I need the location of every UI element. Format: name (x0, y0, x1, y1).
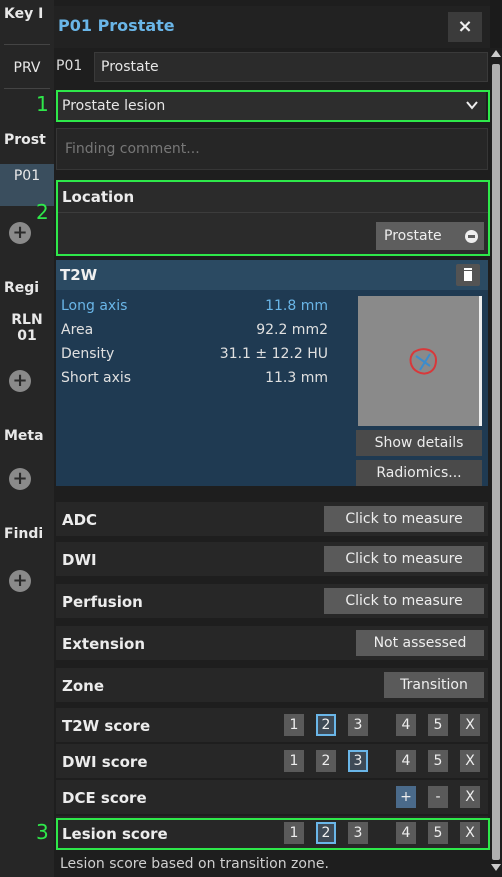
t2w-section: T2W Long axis 11.8 mm Area 92.2 mm2 Dens… (56, 260, 488, 486)
perfusion-row: Perfusion Click to measure (56, 584, 488, 618)
score-option[interactable]: 2 (316, 750, 336, 772)
scrollbar-thumb[interactable] (492, 64, 500, 860)
score-option-selected[interactable]: 3 (348, 750, 368, 772)
score-option[interactable]: 1 (284, 714, 304, 736)
annotation-number-1: 1 (36, 92, 49, 116)
measurement-value: 92.2 mm2 (256, 322, 328, 338)
panel-header: P01 Prostate × (54, 6, 490, 48)
scroll-down-icon[interactable] (491, 864, 501, 871)
adc-label: ADC (62, 511, 98, 529)
add-findings-icon[interactable]: + (9, 570, 31, 592)
score-option[interactable]: 5 (428, 750, 448, 772)
t2w-title: T2W (60, 266, 98, 284)
finding-panel: P01 Prostate × P01 Prostate Prostate les… (54, 0, 490, 877)
adc-measure-button[interactable]: Click to measure (324, 506, 484, 532)
measurement-value: 11.8 mm (265, 298, 328, 314)
divider (4, 44, 50, 45)
finding-comment-input[interactable]: Finding comment... (56, 128, 488, 170)
t2w-score-label: T2W score (62, 717, 151, 735)
dwi-score-row: DWI score 1 2 3 4 5 X (56, 744, 488, 778)
prostate-section-title: Prost (4, 132, 46, 148)
measurement-name: Area (61, 322, 94, 338)
finding-id-label: P01 (56, 58, 83, 74)
annotation-box-3 (56, 818, 490, 850)
measurement-name: Density (61, 346, 115, 362)
t2w-header: T2W (56, 260, 488, 290)
add-region-icon[interactable]: + (9, 370, 31, 392)
divider (4, 88, 50, 89)
score-option[interactable]: X (460, 750, 480, 772)
findings-section-title: Findi (4, 526, 44, 542)
key-section-title: Key I (4, 6, 44, 22)
measurement-name: Short axis (61, 370, 132, 386)
trash-icon[interactable] (456, 264, 480, 286)
add-finding-icon[interactable]: + (9, 222, 31, 244)
score-option[interactable]: 3 (348, 714, 368, 736)
score-option-selected[interactable]: + (396, 786, 416, 808)
annotation-number-3: 3 (36, 820, 49, 844)
zone-row: Zone Transition (56, 668, 488, 702)
annotation-box-1 (56, 90, 490, 122)
dwi-score-label: DWI score (62, 753, 148, 771)
region-item-number[interactable]: 01 (4, 328, 50, 344)
show-details-button[interactable]: Show details (356, 430, 482, 456)
close-button[interactable]: × (448, 12, 482, 42)
zone-label: Zone (62, 677, 105, 695)
lesion-outline-icon (409, 348, 438, 375)
lesion-score-note: Lesion score based on transition zone. (60, 856, 329, 872)
t2w-score-row: T2W score 1 2 3 4 5 X (56, 708, 488, 742)
dwi-label: DWI (62, 551, 97, 569)
region-section-title: Regi (4, 280, 40, 296)
finding-name-field[interactable]: Prostate (94, 52, 488, 82)
score-option[interactable]: X (460, 786, 480, 808)
extension-button[interactable]: Not assessed (356, 630, 484, 656)
annotation-number-2: 2 (36, 200, 49, 224)
annotation-box-2 (56, 180, 490, 256)
adc-row: ADC Click to measure (56, 502, 488, 536)
zone-button[interactable]: Transition (384, 672, 484, 698)
perfusion-label: Perfusion (62, 593, 143, 611)
score-option[interactable]: - (428, 786, 448, 808)
extension-row: Extension Not assessed (56, 626, 488, 660)
radiomics-button[interactable]: Radiomics... (356, 460, 482, 486)
dce-score-row: DCE score + - X (56, 780, 488, 814)
scroll-up-icon[interactable] (491, 50, 501, 57)
score-option[interactable]: 4 (396, 714, 416, 736)
left-sidebar: Key I PRV Prost P01 + Regi RLN 01 + Meta… (0, 0, 54, 877)
add-meta-icon[interactable]: + (9, 468, 31, 490)
scale-bar (479, 296, 482, 426)
score-option[interactable]: X (460, 714, 480, 736)
region-item-rln[interactable]: RLN (4, 312, 50, 328)
score-option[interactable]: 4 (396, 750, 416, 772)
scrollbar[interactable] (490, 48, 502, 877)
id-row: P01 Prostate (56, 52, 488, 82)
extension-label: Extension (62, 635, 145, 653)
score-option[interactable]: 1 (284, 750, 304, 772)
prv-item[interactable]: PRV (4, 60, 50, 76)
measurement-value: 11.3 mm (265, 370, 328, 386)
measurement-name: Long axis (61, 298, 128, 314)
score-option-selected[interactable]: 2 (316, 714, 336, 736)
lesion-thumbnail[interactable] (358, 296, 482, 426)
dwi-row: DWI Click to measure (56, 542, 488, 576)
dce-score-label: DCE score (62, 789, 147, 807)
panel-title: P01 Prostate (58, 16, 175, 35)
meta-section-title: Meta (4, 428, 44, 444)
score-option[interactable]: 5 (428, 714, 448, 736)
measurement-value: 31.1 ± 12.2 HU (219, 346, 328, 362)
perfusion-measure-button[interactable]: Click to measure (324, 588, 484, 614)
dwi-measure-button[interactable]: Click to measure (324, 546, 484, 572)
